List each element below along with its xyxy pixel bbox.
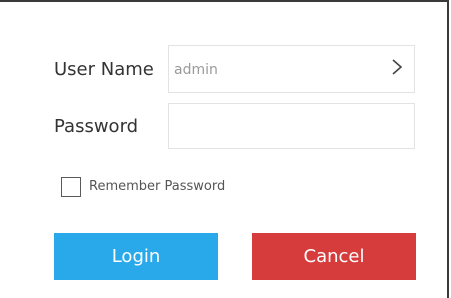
login-button[interactable]: Login bbox=[54, 233, 218, 280]
username-label: User Name bbox=[54, 59, 154, 80]
username-field[interactable]: admin bbox=[168, 45, 415, 93]
password-field[interactable] bbox=[168, 103, 415, 149]
remember-password-checkbox[interactable] bbox=[61, 177, 81, 197]
remember-password-label: Remember Password bbox=[89, 179, 226, 194]
login-dialog: User Name admin Password Remember Passwo… bbox=[0, 0, 449, 298]
password-label: Password bbox=[54, 116, 139, 137]
cancel-button[interactable]: Cancel bbox=[252, 233, 416, 280]
username-value: admin bbox=[174, 62, 218, 78]
chevron-right-icon[interactable] bbox=[390, 58, 404, 76]
